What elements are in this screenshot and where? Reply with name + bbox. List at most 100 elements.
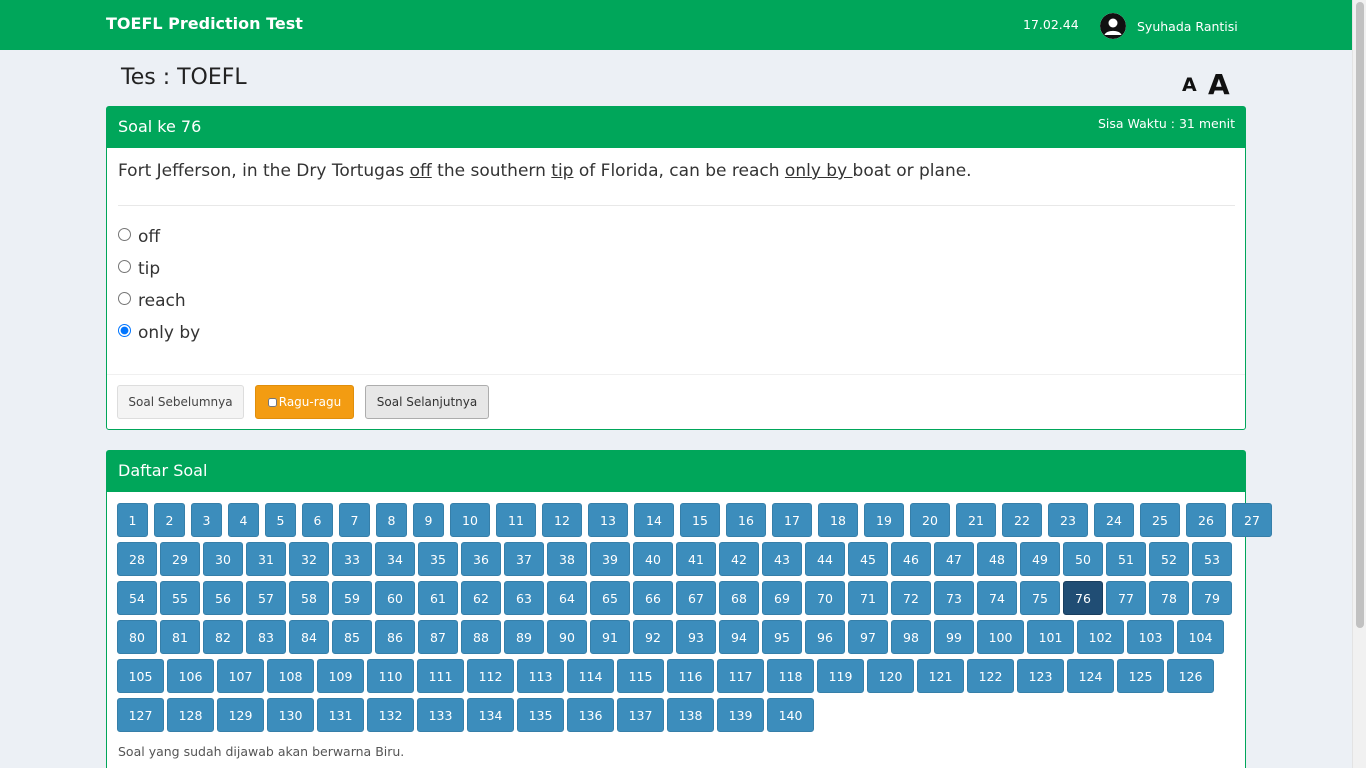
- question-number-button[interactable]: 59: [332, 581, 372, 615]
- question-number-button[interactable]: 97: [848, 620, 888, 654]
- question-number-button[interactable]: 90: [547, 620, 587, 654]
- question-number-button[interactable]: 114: [567, 659, 614, 693]
- option-radio[interactable]: [118, 323, 131, 337]
- question-number-button[interactable]: 99: [934, 620, 974, 654]
- question-number-button[interactable]: 102: [1077, 620, 1124, 654]
- question-number-button[interactable]: 6: [302, 503, 333, 537]
- option-only-by[interactable]: only by: [118, 323, 200, 343]
- question-number-button[interactable]: 19: [864, 503, 904, 537]
- question-number-button[interactable]: 68: [719, 581, 759, 615]
- question-number-button[interactable]: 41: [676, 542, 716, 576]
- question-number-button[interactable]: 104: [1177, 620, 1224, 654]
- question-number-button[interactable]: 61: [418, 581, 458, 615]
- question-number-button[interactable]: 35: [418, 542, 458, 576]
- question-number-button[interactable]: 15: [680, 503, 720, 537]
- question-number-button[interactable]: 66: [633, 581, 673, 615]
- question-number-button[interactable]: 53: [1192, 542, 1232, 576]
- font-increase-button[interactable]: A: [1208, 68, 1230, 101]
- question-number-button[interactable]: 3: [191, 503, 222, 537]
- question-number-button[interactable]: 43: [762, 542, 802, 576]
- font-decrease-button[interactable]: A: [1182, 74, 1197, 96]
- question-number-button[interactable]: 17: [772, 503, 812, 537]
- question-number-button[interactable]: 65: [590, 581, 630, 615]
- question-number-button[interactable]: 86: [375, 620, 415, 654]
- question-number-button[interactable]: 31: [246, 542, 286, 576]
- question-number-button[interactable]: 70: [805, 581, 845, 615]
- question-number-button[interactable]: 105: [117, 659, 164, 693]
- question-number-button[interactable]: 135: [517, 698, 564, 732]
- question-number-button[interactable]: 7: [339, 503, 370, 537]
- question-number-button[interactable]: 14: [634, 503, 674, 537]
- question-number-button[interactable]: 82: [203, 620, 243, 654]
- question-number-button[interactable]: 10: [450, 503, 490, 537]
- question-number-button[interactable]: 130: [267, 698, 314, 732]
- question-number-button[interactable]: 78: [1149, 581, 1189, 615]
- doubt-checkbox[interactable]: [267, 397, 277, 407]
- question-number-button[interactable]: 125: [1117, 659, 1164, 693]
- question-number-button[interactable]: 23: [1048, 503, 1088, 537]
- option-tip[interactable]: tip: [118, 259, 160, 279]
- question-number-button[interactable]: 34: [375, 542, 415, 576]
- question-number-button[interactable]: 28: [117, 542, 157, 576]
- question-number-button[interactable]: 140: [767, 698, 814, 732]
- question-number-button[interactable]: 33: [332, 542, 372, 576]
- question-number-button[interactable]: 139: [717, 698, 764, 732]
- question-number-button[interactable]: 117: [717, 659, 764, 693]
- question-number-button[interactable]: 85: [332, 620, 372, 654]
- next-question-button[interactable]: Soal Selanjutnya: [365, 385, 489, 419]
- option-reach[interactable]: reach: [118, 291, 186, 311]
- option-radio[interactable]: [118, 259, 131, 273]
- question-number-button[interactable]: 87: [418, 620, 458, 654]
- question-number-button[interactable]: 118: [767, 659, 814, 693]
- question-number-button[interactable]: 119: [817, 659, 864, 693]
- option-radio[interactable]: [118, 227, 131, 241]
- question-number-button[interactable]: 46: [891, 542, 931, 576]
- question-number-button[interactable]: 83: [246, 620, 286, 654]
- option-off[interactable]: off: [118, 227, 160, 247]
- question-number-button[interactable]: 129: [217, 698, 264, 732]
- question-number-button[interactable]: 136: [567, 698, 614, 732]
- question-number-button[interactable]: 26: [1186, 503, 1226, 537]
- question-number-button[interactable]: 58: [289, 581, 329, 615]
- question-number-button[interactable]: 128: [167, 698, 214, 732]
- question-number-button[interactable]: 75: [1020, 581, 1060, 615]
- question-number-button[interactable]: 92: [633, 620, 673, 654]
- scrollbar-thumb[interactable]: [1356, 2, 1364, 628]
- question-number-button[interactable]: 32: [289, 542, 329, 576]
- question-number-button[interactable]: 72: [891, 581, 931, 615]
- question-number-button[interactable]: 13: [588, 503, 628, 537]
- question-number-button[interactable]: 107: [217, 659, 264, 693]
- question-number-button[interactable]: 12: [542, 503, 582, 537]
- question-number-button[interactable]: 71: [848, 581, 888, 615]
- question-number-button[interactable]: 88: [461, 620, 501, 654]
- question-number-button[interactable]: 9: [413, 503, 444, 537]
- question-number-button[interactable]: 27: [1232, 503, 1272, 537]
- question-number-button[interactable]: 63: [504, 581, 544, 615]
- question-number-button[interactable]: 45: [848, 542, 888, 576]
- question-number-button[interactable]: 126: [1167, 659, 1214, 693]
- question-number-button[interactable]: 93: [676, 620, 716, 654]
- question-number-button[interactable]: 137: [617, 698, 664, 732]
- question-number-button[interactable]: 48: [977, 542, 1017, 576]
- question-number-button[interactable]: 120: [867, 659, 914, 693]
- question-number-button[interactable]: 36: [461, 542, 501, 576]
- current-question-button[interactable]: 76: [1063, 581, 1103, 615]
- question-number-button[interactable]: 94: [719, 620, 759, 654]
- question-number-button[interactable]: 50: [1063, 542, 1103, 576]
- question-number-button[interactable]: 108: [267, 659, 314, 693]
- question-number-button[interactable]: 121: [917, 659, 964, 693]
- question-number-button[interactable]: 24: [1094, 503, 1134, 537]
- question-number-button[interactable]: 8: [376, 503, 407, 537]
- question-number-button[interactable]: 95: [762, 620, 802, 654]
- question-number-button[interactable]: 96: [805, 620, 845, 654]
- question-number-button[interactable]: 100: [977, 620, 1024, 654]
- question-number-button[interactable]: 111: [417, 659, 464, 693]
- question-number-button[interactable]: 134: [467, 698, 514, 732]
- question-number-button[interactable]: 5: [265, 503, 296, 537]
- previous-question-button[interactable]: Soal Sebelumnya: [117, 385, 244, 419]
- question-number-button[interactable]: 44: [805, 542, 845, 576]
- question-number-button[interactable]: 112: [467, 659, 514, 693]
- user-menu[interactable]: Syuhada Rantisi: [1100, 13, 1238, 39]
- question-number-button[interactable]: 122: [967, 659, 1014, 693]
- question-number-button[interactable]: 91: [590, 620, 630, 654]
